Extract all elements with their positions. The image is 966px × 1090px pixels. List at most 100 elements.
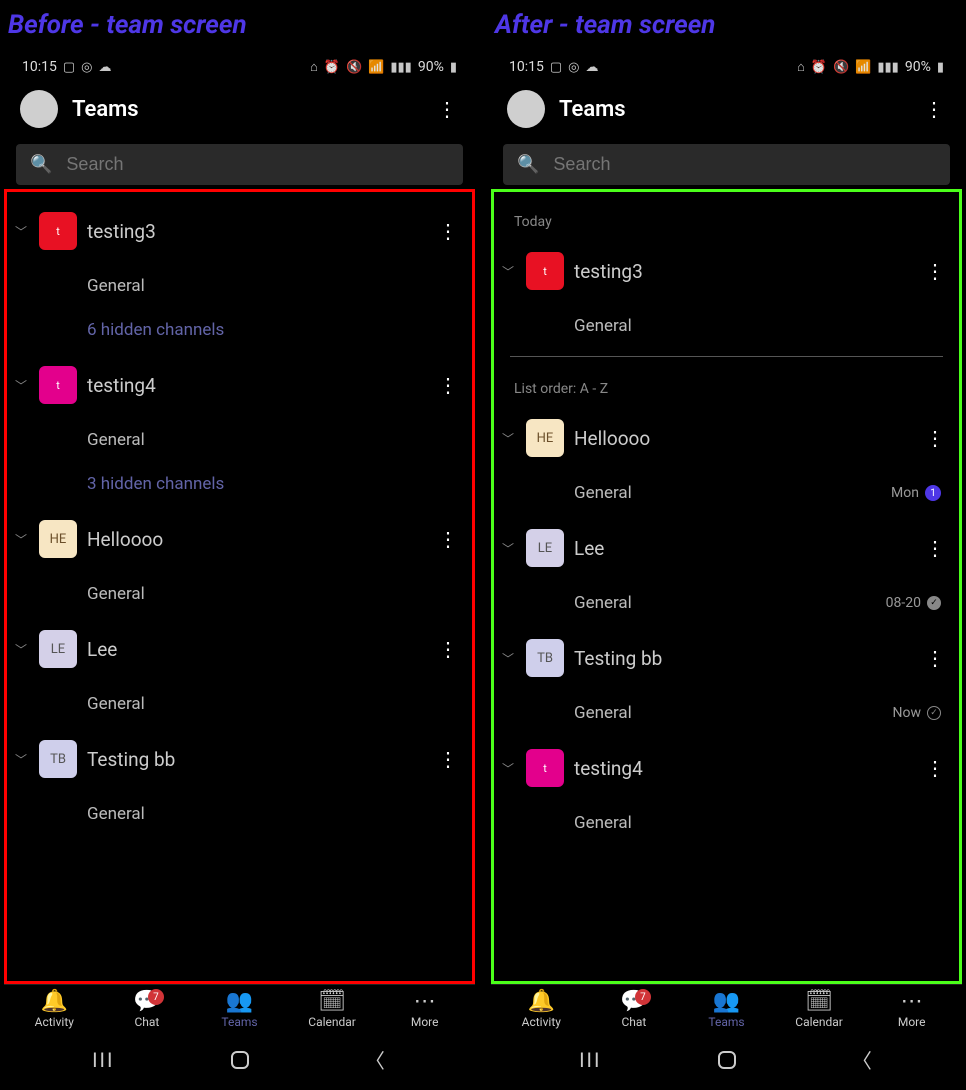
channel-row[interactable]: General xyxy=(7,792,472,826)
chevron-down-icon[interactable]: ﹀ xyxy=(500,263,516,280)
search-bar[interactable]: 🔍 xyxy=(16,144,463,185)
teams-list[interactable]: Today ﹀ t testing3 ⋮ General List order:… xyxy=(494,192,959,981)
team-menu-button[interactable]: ⋮ xyxy=(923,428,947,448)
status-time: 10:15 xyxy=(22,59,57,75)
chevron-down-icon[interactable]: ﹀ xyxy=(13,377,29,394)
channel-row[interactable]: General xyxy=(494,801,959,835)
search-icon: 🔍 xyxy=(517,154,539,175)
channel-row[interactable]: General xyxy=(7,418,472,462)
team-row[interactable]: ﹀ TB Testing bb ⋮ xyxy=(494,625,959,691)
chevron-down-icon[interactable]: ﹀ xyxy=(500,760,516,777)
alarm-icon: ⏰ xyxy=(324,60,340,75)
chevron-down-icon[interactable]: ﹀ xyxy=(13,223,29,240)
channel-row[interactable]: General 08-20 ✓ xyxy=(494,581,959,625)
nav-teams[interactable]: 👥 Teams xyxy=(691,991,761,1029)
nav-label: More xyxy=(898,1015,926,1029)
teams-icon: 👥 xyxy=(713,991,740,1013)
team-row[interactable]: ﹀ HE Helloooo ⋮ xyxy=(494,405,959,471)
camera-icon: ◎ xyxy=(81,60,92,75)
nav-chat[interactable]: 💬 7 Chat xyxy=(112,991,182,1029)
avatar[interactable] xyxy=(20,90,58,128)
calendar-icon: 🗓 xyxy=(805,991,833,1013)
chevron-down-icon[interactable]: ﹀ xyxy=(13,531,29,548)
team-menu-button[interactable]: ⋮ xyxy=(923,758,947,778)
channel-row[interactable]: General Now ✓ xyxy=(494,691,959,735)
alarm-icon: ⏰ xyxy=(811,60,827,75)
channel-name: General xyxy=(574,593,886,613)
nav-more[interactable]: ⋯ More xyxy=(390,991,460,1029)
chevron-down-icon[interactable]: ﹀ xyxy=(500,430,516,447)
teams-list[interactable]: ﹀ t testing3 ⋮ General 6 hidden channels… xyxy=(7,192,472,981)
overflow-menu-button[interactable]: ⋮ xyxy=(435,99,459,119)
nav-more[interactable]: ⋯ More xyxy=(877,991,947,1029)
home-button[interactable] xyxy=(718,1051,736,1069)
bottom-nav: 🔔 Activity 💬 7 Chat 👥 Teams 🗓 Calendar ⋯… xyxy=(4,984,475,1031)
channel-meta-text: Mon xyxy=(891,485,919,501)
team-row[interactable]: ﹀ t testing4 ⋮ xyxy=(7,352,472,418)
chevron-down-icon[interactable]: ﹀ xyxy=(500,650,516,667)
page-title: Teams xyxy=(72,97,421,122)
back-button[interactable]: 〈 xyxy=(365,1045,387,1074)
system-nav: III 〈 xyxy=(491,1031,962,1086)
recents-button[interactable]: III xyxy=(579,1048,601,1072)
search-input[interactable] xyxy=(66,154,449,175)
team-row[interactable]: ﹀ TB Testing bb ⋮ xyxy=(7,726,472,792)
section-order-label: List order: A - Z xyxy=(494,365,959,405)
chevron-down-icon[interactable]: ﹀ xyxy=(500,540,516,557)
channel-name: General xyxy=(87,584,454,604)
nav-chat[interactable]: 💬 7 Chat xyxy=(599,991,669,1029)
team-row[interactable]: ﹀ t testing3 ⋮ xyxy=(494,238,959,304)
chevron-down-icon[interactable]: ﹀ xyxy=(13,641,29,658)
channel-row[interactable]: General Mon 1 xyxy=(494,471,959,515)
nav-activity[interactable]: 🔔 Activity xyxy=(506,991,576,1029)
status-bar: 10:15 ▢ ◎ ☁ ⌂ ⏰ 🔇 📶 ▮▮▮ 90% ▮ xyxy=(4,50,475,80)
team-name: Testing bb xyxy=(87,748,426,771)
search-bar[interactable]: 🔍 xyxy=(503,144,950,185)
hidden-channels-link[interactable]: 3 hidden channels xyxy=(7,462,472,506)
chevron-down-icon[interactable]: ﹀ xyxy=(13,751,29,768)
team-row[interactable]: ﹀ HE Helloooo ⋮ xyxy=(7,506,472,572)
nav-activity[interactable]: 🔔 Activity xyxy=(19,991,89,1029)
channel-row[interactable]: General xyxy=(7,682,472,726)
team-name: Lee xyxy=(87,638,426,661)
more-icon: ⋯ xyxy=(901,991,923,1013)
team-menu-button[interactable]: ⋮ xyxy=(436,529,460,549)
nav-teams[interactable]: 👥 Teams xyxy=(204,991,274,1029)
team-menu-button[interactable]: ⋮ xyxy=(923,648,947,668)
nav-label: More xyxy=(411,1015,439,1029)
team-icon: t xyxy=(526,252,564,290)
channel-row[interactable]: General xyxy=(7,264,472,308)
overflow-menu-button[interactable]: ⋮ xyxy=(922,99,946,119)
before-pane: Before - team screen 10:15 ▢ ◎ ☁ ⌂ ⏰ 🔇 📶… xyxy=(4,4,475,1086)
team-menu-button[interactable]: ⋮ xyxy=(436,375,460,395)
home-button[interactable] xyxy=(231,1051,249,1069)
back-button[interactable]: 〈 xyxy=(852,1045,874,1074)
team-row[interactable]: ﹀ t testing3 ⋮ xyxy=(7,198,472,264)
team-name: Testing bb xyxy=(574,647,913,670)
team-menu-button[interactable]: ⋮ xyxy=(923,261,947,281)
channel-name: General xyxy=(87,804,454,824)
recents-button[interactable]: III xyxy=(92,1048,114,1072)
team-row[interactable]: ﹀ t testing4 ⋮ xyxy=(494,735,959,801)
avatar[interactable] xyxy=(507,90,545,128)
bell-icon: 🔔 xyxy=(41,991,68,1013)
read-status-icon: ✓ xyxy=(927,596,941,610)
page-title: Teams xyxy=(559,97,908,122)
nav-calendar[interactable]: 🗓 Calendar xyxy=(297,991,367,1029)
team-menu-button[interactable]: ⋮ xyxy=(436,221,460,241)
team-menu-button[interactable]: ⋮ xyxy=(436,639,460,659)
search-input[interactable] xyxy=(553,154,936,175)
hidden-channels-link[interactable]: 6 hidden channels xyxy=(7,308,472,352)
channel-row[interactable]: General xyxy=(7,572,472,616)
team-icon: t xyxy=(526,749,564,787)
team-name: testing4 xyxy=(574,757,913,780)
team-menu-button[interactable]: ⋮ xyxy=(436,749,460,769)
nav-calendar[interactable]: 🗓 Calendar xyxy=(784,991,854,1029)
camera-icon: ◎ xyxy=(568,60,579,75)
channel-meta-text: Now xyxy=(893,705,922,721)
team-menu-button[interactable]: ⋮ xyxy=(923,538,947,558)
team-row[interactable]: ﹀ LE Lee ⋮ xyxy=(7,616,472,682)
battery-text: 90% xyxy=(905,59,931,75)
channel-row[interactable]: General xyxy=(494,304,959,348)
team-row[interactable]: ﹀ LE Lee ⋮ xyxy=(494,515,959,581)
